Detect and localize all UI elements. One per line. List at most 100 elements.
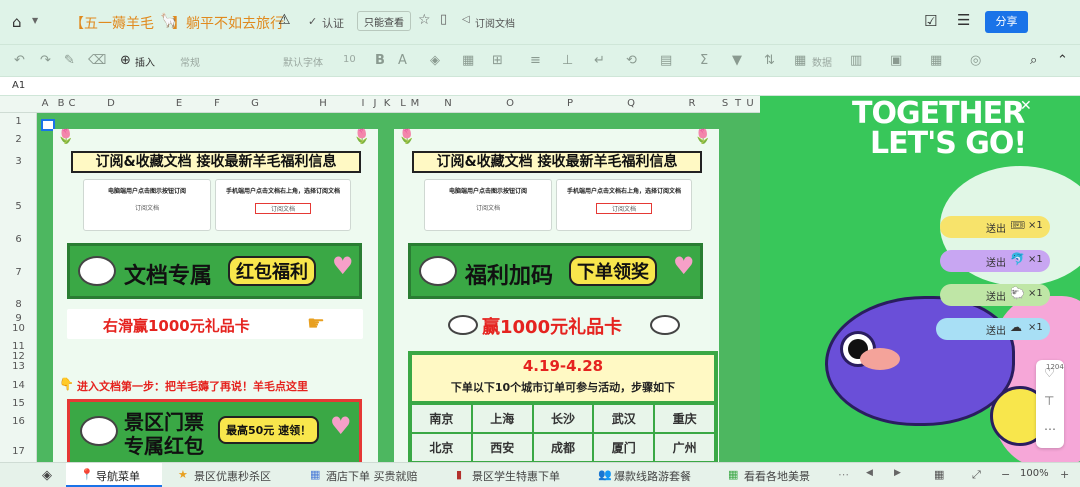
bookmark-icon[interactable]: ▯: [440, 12, 447, 27]
city-cell[interactable]: 武汉: [594, 405, 654, 432]
column-label[interactable]: O: [505, 98, 515, 109]
subscribe-icon[interactable]: ◁: [462, 14, 470, 25]
column-label[interactable]: L: [398, 98, 408, 109]
column-label[interactable]: U: [745, 98, 755, 109]
row-label[interactable]: 14: [0, 380, 37, 391]
tab-tour-packages[interactable]: 爆款线路游套餐: [614, 468, 691, 484]
tab-nav-menu[interactable]: 📍 导航菜单: [66, 463, 162, 487]
star-icon[interactable]: ☆: [418, 12, 431, 28]
form-icon[interactable]: ▣: [890, 53, 902, 68]
row-label[interactable]: 7: [0, 267, 37, 278]
city-cell[interactable]: 南京: [412, 405, 471, 432]
cell-reference[interactable]: A1: [12, 80, 25, 91]
column-label[interactable]: C: [66, 98, 78, 109]
zoom-out-icon[interactable]: −: [1001, 468, 1010, 481]
sort-icon[interactable]: ⇅: [764, 53, 775, 68]
city-cell[interactable]: 成都: [533, 434, 593, 461]
redo-icon[interactable]: ↷: [40, 53, 51, 68]
column-label[interactable]: D: [106, 98, 116, 109]
row-label[interactable]: 17: [0, 446, 37, 457]
sheets-list-icon[interactable]: ◈: [42, 468, 52, 483]
column-label[interactable]: P: [565, 98, 575, 109]
tab-scenery[interactable]: 看看各地美景: [744, 468, 810, 484]
share-button[interactable]: 分享: [985, 11, 1028, 33]
data-menu[interactable]: 数据: [812, 54, 832, 69]
city-cell[interactable]: 长沙: [533, 405, 593, 432]
column-label[interactable]: I: [358, 98, 368, 109]
tab-scenic-flash-sale[interactable]: 景区优惠秒杀区: [194, 468, 271, 484]
column-label[interactable]: E: [174, 98, 184, 109]
row-label[interactable]: 15: [0, 398, 37, 409]
column-label[interactable]: J: [370, 98, 380, 109]
column-label[interactable]: K: [382, 98, 392, 109]
view-only-button[interactable]: 只能查看: [357, 11, 411, 31]
menu-icon[interactable]: ☰: [957, 11, 970, 29]
row-label[interactable]: 6: [0, 234, 37, 245]
merge-icon[interactable]: ⊞: [492, 53, 503, 68]
city-cell[interactable]: 北京: [412, 434, 471, 461]
row-label[interactable]: 8: [0, 299, 37, 310]
wrap-icon[interactable]: ↵: [594, 53, 605, 68]
row-label[interactable]: 10: [0, 323, 37, 334]
font-size-select[interactable]: 10: [343, 54, 356, 65]
plugin-icon[interactable]: ◎: [970, 53, 981, 68]
row-label[interactable]: 3: [0, 156, 37, 167]
column-label[interactable]: Q: [626, 98, 636, 109]
collapse-icon[interactable]: ⌃: [1057, 53, 1068, 68]
column-label[interactable]: R: [687, 98, 697, 109]
more-dots-icon[interactable]: ⋯: [1044, 422, 1056, 436]
shirt-icon[interactable]: ⊤: [1044, 394, 1054, 408]
city-cell[interactable]: 重庆: [655, 405, 714, 432]
column-label[interactable]: F: [212, 98, 222, 109]
font-select[interactable]: 默认字体: [283, 54, 323, 69]
fullscreen-icon[interactable]: ⤢: [972, 468, 981, 482]
undo-icon[interactable]: ↶: [14, 53, 25, 68]
bonus-banner[interactable]: 福利加码 下单领奖 ♥: [408, 243, 703, 299]
column-label[interactable]: G: [250, 98, 260, 109]
column-label[interactable]: T: [733, 98, 743, 109]
row-label[interactable]: 1: [0, 116, 37, 127]
city-cell[interactable]: 西安: [472, 434, 532, 461]
rotate-icon[interactable]: ⟲: [626, 53, 637, 68]
valign-icon[interactable]: ⊥: [562, 53, 573, 68]
eraser-icon[interactable]: ⌫: [88, 53, 106, 68]
column-label[interactable]: H: [318, 98, 328, 109]
insert-icon[interactable]: ⊕: [120, 53, 131, 68]
column-label[interactable]: A: [40, 98, 50, 109]
search-icon[interactable]: ⌕: [1030, 53, 1037, 68]
sum-icon[interactable]: Σ: [700, 53, 708, 68]
swipe-card[interactable]: 右滑赢1000元礼品卡 ☛: [67, 309, 363, 339]
chart-icon[interactable]: ▥: [850, 53, 862, 68]
table-icon[interactable]: ▦: [794, 53, 806, 68]
font-color-icon[interactable]: A: [398, 53, 407, 68]
tab-student-discount[interactable]: 景区学生特惠下单: [472, 468, 560, 484]
city-cell[interactable]: 上海: [472, 405, 532, 432]
insert-button[interactable]: 插入: [135, 54, 155, 69]
column-label[interactable]: M: [410, 98, 420, 109]
scroll-right-icon[interactable]: ▶: [894, 468, 901, 478]
column-label[interactable]: N: [443, 98, 453, 109]
zoom-level[interactable]: 100%: [1020, 468, 1049, 479]
format-painter-icon[interactable]: ✎: [64, 53, 75, 68]
scroll-left-icon[interactable]: ◀: [866, 468, 873, 478]
filter-icon[interactable]: ▼: [732, 53, 742, 68]
subscribe-label[interactable]: 订阅文档: [475, 15, 515, 30]
column-label[interactable]: B: [56, 98, 66, 109]
view-mode-icon[interactable]: ▦: [934, 468, 944, 481]
align-icon[interactable]: ≡: [530, 53, 541, 68]
scenic-red-packet-banner[interactable]: 景区门票 专属红包 最高50元 速领！ ♥: [67, 399, 362, 462]
number-format-select[interactable]: 常规: [180, 54, 200, 69]
row-label[interactable]: 5: [0, 201, 37, 212]
city-cell[interactable]: 厦门: [594, 434, 654, 461]
add-edit-icon[interactable]: ☑: [924, 12, 937, 30]
more-icon[interactable]: ▦: [930, 53, 942, 68]
sheet-area[interactable]: 🌷 🌷 订阅&收藏文档 接收最新羊毛福利信息 电脑端用户点击图示按钮订阅 订阅文…: [37, 113, 760, 462]
border-icon[interactable]: ▦: [462, 53, 474, 68]
row-label[interactable]: 13: [0, 361, 37, 372]
row-label[interactable]: 2: [0, 134, 37, 145]
freeze-icon[interactable]: ▤: [660, 53, 672, 68]
chevron-down-icon[interactable]: ▼: [32, 16, 38, 25]
fill-color-icon[interactable]: ◈: [430, 53, 440, 68]
column-label[interactable]: S: [720, 98, 730, 109]
row-label[interactable]: 16: [0, 416, 37, 427]
